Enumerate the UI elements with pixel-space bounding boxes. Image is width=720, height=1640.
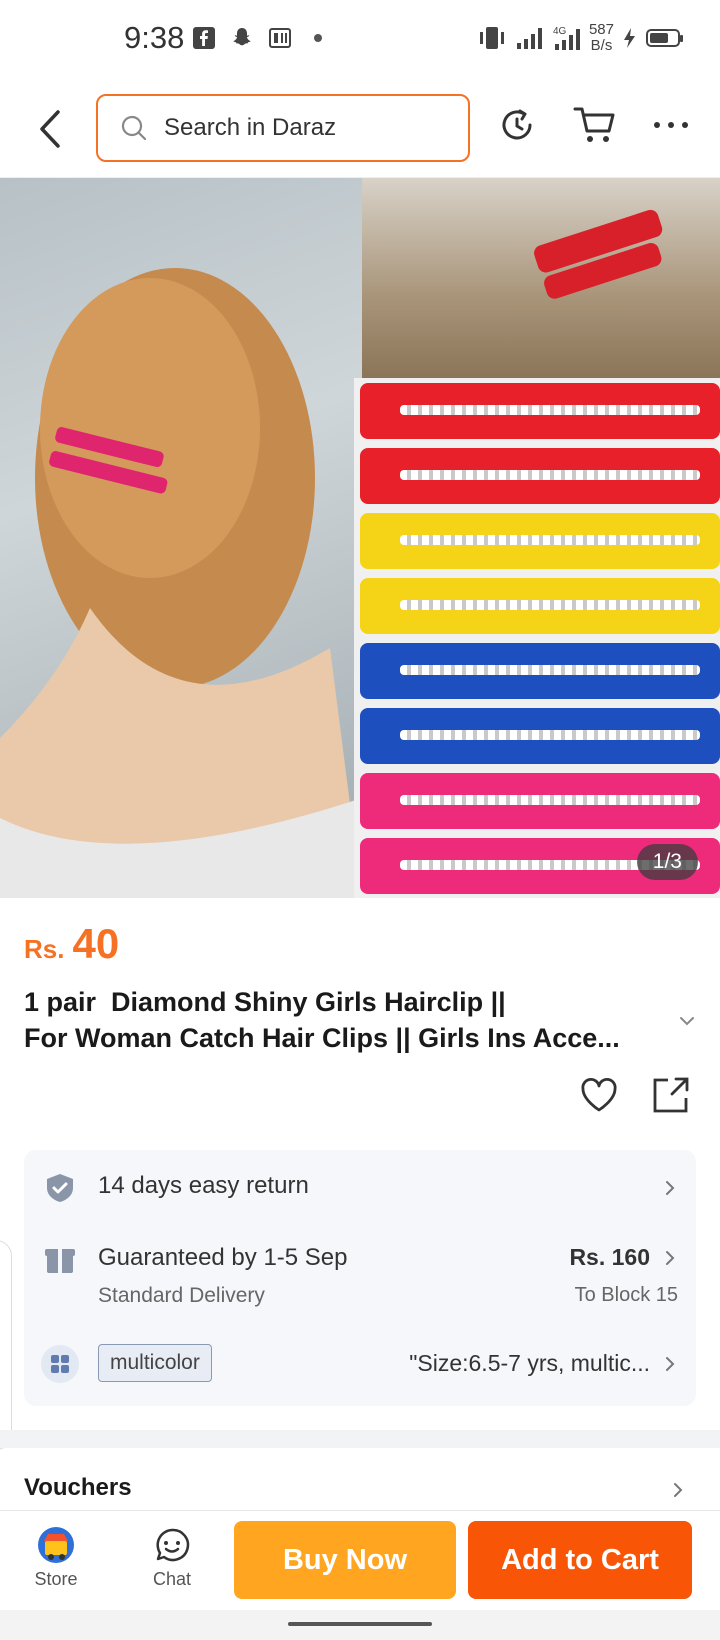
service-info-card: 14 days easy return Guaranteed by 1-5 Se…: [24, 1150, 696, 1406]
chat-icon: [156, 1528, 190, 1562]
hairclip-item: [360, 708, 720, 764]
shield-check-icon: [47, 1174, 73, 1202]
product-image-gallery[interactable]: 1/3: [0, 178, 720, 898]
hairclip-item: [360, 578, 720, 634]
delivery-subtext: Standard Delivery: [98, 1284, 265, 1307]
home-indicator[interactable]: [288, 1622, 432, 1626]
status-bar: 9:38 4G 587 B/s: [0, 0, 720, 80]
expand-title-chevron-icon[interactable]: [676, 1010, 698, 1032]
rhinestone-strip: [400, 535, 700, 545]
product-photo-hair: [362, 178, 720, 378]
hairclip-item: [360, 643, 720, 699]
rhinestone-strip: [400, 470, 700, 480]
delivery-text: Guaranteed by 1-5 Sep: [98, 1244, 348, 1271]
search-icon: [121, 115, 147, 141]
rhinestone-strip: [400, 600, 700, 610]
rhinestone-strip: [400, 795, 700, 805]
system-nav-bar: [0, 1610, 720, 1640]
product-title-line2: For Woman Catch Hair Clips || Girls Ins …: [24, 1023, 620, 1053]
product-photo-model: [0, 178, 362, 898]
delivery-box-icon: [45, 1249, 75, 1273]
side-panel-handle[interactable]: [0, 1240, 12, 1450]
more-options-icon[interactable]: [648, 102, 694, 148]
notification-icons: [192, 26, 330, 50]
hairclip-item: [360, 448, 720, 504]
rhinestone-strip: [400, 665, 700, 675]
return-policy-text: 14 days easy return: [98, 1172, 309, 1199]
net-speed: 587 B/s: [589, 22, 614, 54]
header: Search in Daraz: [0, 80, 720, 178]
product-title[interactable]: 1 pair Diamond Shiny Girls Hairclip || F…: [24, 984, 674, 1056]
refresh-icon[interactable]: [494, 102, 540, 148]
hairclip-item: [360, 513, 720, 569]
store-icon: [38, 1527, 74, 1563]
share-icon[interactable]: [650, 1074, 692, 1116]
variant-tag[interactable]: multicolor: [98, 1344, 212, 1382]
chevron-right-icon: [666, 1181, 675, 1195]
app-notification-icon: [268, 26, 292, 50]
search-placeholder: Search in Daraz: [164, 114, 337, 141]
store-label: Store: [34, 1569, 78, 1589]
facebook-icon: [192, 26, 216, 50]
hairclip-item: [360, 773, 720, 829]
variant-row[interactable]: multicolor "Size:6.5-7 yrs, multic...: [24, 1326, 696, 1406]
wishlist-heart-icon[interactable]: [578, 1074, 620, 1116]
back-arrow-icon[interactable]: [30, 106, 70, 152]
search-input[interactable]: Search in Daraz: [96, 94, 470, 162]
rhinestone-strip: [400, 730, 700, 740]
charging-icon: [624, 28, 635, 48]
chevron-right-icon: [666, 1251, 675, 1265]
product-price: Rs. 40: [24, 920, 119, 968]
store-button[interactable]: Store: [16, 1525, 96, 1590]
signal-4g-icon: 4G: [553, 26, 580, 50]
variant-selection-text: "Size:6.5-7 yrs, multic...: [409, 1350, 650, 1376]
image-page-indicator: 1/3: [636, 844, 698, 880]
svg-text:4G: 4G: [553, 26, 567, 37]
net-speed-unit: B/s: [590, 37, 613, 54]
variant-grid-icon: [41, 1345, 79, 1383]
chat-label: Chat: [152, 1569, 192, 1589]
add-to-cart-button[interactable]: Add to Cart: [468, 1521, 692, 1599]
vouchers-heading[interactable]: Vouchers: [24, 1474, 132, 1502]
rhinestone-strip: [400, 405, 700, 415]
status-time: 9:38: [124, 20, 185, 55]
net-speed-value: 587: [588, 21, 614, 38]
status-right: 4G 587 B/s: [477, 22, 683, 54]
return-policy-row[interactable]: 14 days easy return: [24, 1150, 696, 1226]
product-photo-clips: [354, 378, 720, 898]
vibrate-icon: [479, 27, 504, 49]
price-amount: 40: [72, 920, 120, 967]
hairclip-item: [360, 383, 720, 439]
snapchat-icon: [230, 26, 254, 50]
chat-button[interactable]: Chat: [132, 1525, 212, 1590]
product-title-line1: 1 pair Diamond Shiny Girls Hairclip ||: [24, 987, 506, 1017]
delivery-price: Rs. 160: [569, 1244, 650, 1270]
buy-now-button[interactable]: Buy Now: [234, 1521, 456, 1599]
delivery-location: To Block 15: [574, 1284, 678, 1306]
delivery-row[interactable]: Guaranteed by 1-5 Sep Standard Delivery …: [24, 1226, 696, 1326]
cart-icon[interactable]: [572, 102, 618, 148]
price-currency: Rs.: [24, 934, 65, 964]
bottom-action-bar: Store Chat Buy Now Add to Cart: [0, 1510, 720, 1610]
battery-icon: [646, 29, 683, 47]
chevron-right-icon: [666, 1357, 675, 1371]
dot-icon: [306, 26, 330, 50]
signal-icon: [516, 28, 542, 49]
chevron-right-icon[interactable]: [670, 1482, 686, 1498]
section-divider: [0, 1430, 720, 1448]
